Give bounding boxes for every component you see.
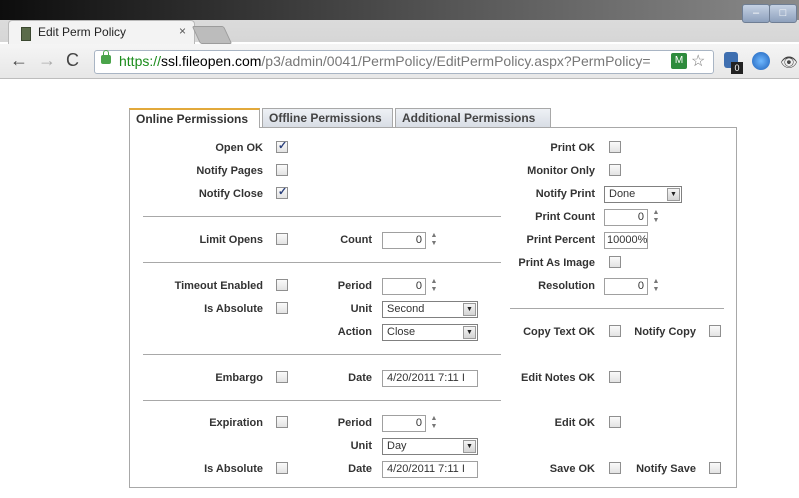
bookmark-star-icon[interactable]: ☆: [691, 51, 705, 71]
notify-print-label: Notify Print: [535, 188, 595, 200]
tab-online-permissions[interactable]: Online Permissions: [129, 108, 260, 128]
print-as-image-checkbox[interactable]: [609, 256, 621, 268]
notify-close-label: Notify Close: [198, 188, 263, 200]
minimize-button[interactable]: –: [742, 4, 770, 23]
browser-toolbar: ← → C https://ssl.fileopen.com/p3/admin/…: [0, 44, 799, 79]
timeout-is-absolute-checkbox[interactable]: [276, 302, 288, 314]
notify-pages-checkbox[interactable]: [276, 164, 288, 176]
browser-tab[interactable]: Edit Perm Policy ×: [8, 20, 195, 45]
divider: [143, 354, 501, 355]
notify-save-label: Notify Save: [636, 463, 696, 475]
expiration-period-spinner-icon[interactable]: ▲ ▼: [428, 415, 440, 431]
back-arrow-icon[interactable]: ←: [10, 51, 28, 69]
timeout-period-spinner-icon[interactable]: ▲ ▼: [428, 278, 440, 294]
expiration-is-absolute-checkbox[interactable]: [276, 462, 288, 474]
notify-close-checkbox[interactable]: [276, 185, 288, 199]
tab-additional-permissions[interactable]: Additional Permissions: [395, 108, 551, 127]
extension-badge: 0: [731, 62, 743, 74]
edit-notes-ok-checkbox[interactable]: [609, 371, 621, 383]
expiration-period-input[interactable]: 0: [382, 415, 426, 432]
timeout-unit-select[interactable]: Second ▼: [382, 301, 478, 318]
lock-icon: [101, 50, 111, 64]
embargo-date-input[interactable]: 4/20/2011 7:11 I: [382, 370, 478, 387]
maximize-button[interactable]: □: [769, 4, 797, 23]
url-text: https://ssl.fileopen.com/p3/admin/0041/P…: [119, 53, 651, 69]
page-favicon-icon: [21, 27, 31, 41]
window-controls: – □: [742, 4, 797, 23]
print-count-spinner-icon[interactable]: ▲ ▼: [650, 209, 662, 225]
expiration-is-absolute-label: Is Absolute: [204, 463, 263, 475]
chevron-down-icon: ▼: [463, 303, 476, 316]
print-ok-label: Print OK: [550, 142, 595, 154]
print-as-image-label: Print As Image: [518, 257, 595, 269]
monitor-only-label: Monitor Only: [527, 165, 595, 177]
resolution-spinner-icon[interactable]: ▲ ▼: [650, 278, 662, 294]
divider: [143, 216, 501, 217]
timeout-action-select[interactable]: Close ▼: [382, 324, 478, 341]
chevron-down-icon: ▼: [667, 188, 680, 201]
monitor-only-checkbox[interactable]: [609, 164, 621, 176]
expiration-date-label: Date: [348, 463, 372, 475]
print-percent-label: Print Percent: [526, 234, 595, 246]
expiration-period-label: Period: [337, 417, 372, 429]
embargo-date-label: Date: [348, 372, 372, 384]
timeout-period-input[interactable]: 0: [382, 278, 426, 295]
expiration-label: Expiration: [209, 417, 263, 429]
timeout-period-label: Period: [337, 280, 372, 292]
divider: [143, 400, 501, 401]
resolution-label: Resolution: [538, 280, 595, 292]
edit-notes-ok-label: Edit Notes OK: [521, 372, 595, 384]
embargo-checkbox[interactable]: [276, 371, 288, 383]
open-ok-label: Open OK: [215, 142, 263, 154]
divider: [143, 262, 501, 263]
notify-copy-checkbox[interactable]: [709, 325, 721, 337]
globe-extension-icon[interactable]: [752, 52, 770, 70]
notify-pages-label: Notify Pages: [196, 165, 263, 177]
expiration-date-input[interactable]: 4/20/2011 7:11 I: [382, 461, 478, 478]
resolution-input[interactable]: 0: [604, 278, 648, 295]
notify-print-select[interactable]: Done ▼: [604, 186, 682, 203]
chevron-down-icon: ▼: [463, 440, 476, 453]
tab-close-icon[interactable]: ×: [179, 24, 186, 38]
open-ok-checkbox[interactable]: [276, 139, 288, 153]
edit-ok-label: Edit OK: [554, 417, 595, 429]
print-count-label: Print Count: [535, 211, 595, 223]
expiration-checkbox[interactable]: [276, 416, 288, 428]
copy-text-ok-label: Copy Text OK: [523, 326, 595, 338]
count-label: Count: [340, 234, 372, 246]
timeout-action-label: Action: [337, 326, 372, 338]
embargo-label: Embargo: [215, 372, 263, 384]
divider: [510, 308, 724, 309]
tab-title: Edit Perm Policy: [38, 25, 127, 39]
expiration-unit-select[interactable]: Day ▼: [382, 438, 478, 455]
tab-offline-permissions[interactable]: Offline Permissions: [262, 108, 393, 127]
print-ok-checkbox[interactable]: [609, 141, 621, 153]
eye-extension-icon[interactable]: 👁: [780, 54, 798, 71]
forward-arrow-icon[interactable]: →: [38, 51, 56, 69]
timeout-unit-label: Unit: [350, 303, 372, 315]
notify-copy-label: Notify Copy: [634, 326, 696, 338]
save-ok-label: Save OK: [549, 463, 595, 475]
limit-opens-label: Limit Opens: [199, 234, 263, 246]
print-count-input[interactable]: 0: [604, 209, 648, 226]
expiration-unit-label: Unit: [350, 440, 372, 452]
reload-icon[interactable]: C: [66, 51, 79, 69]
count-input[interactable]: 0: [382, 232, 426, 249]
count-spinner-icon[interactable]: ▲ ▼: [428, 232, 440, 248]
edit-ok-checkbox[interactable]: [609, 416, 621, 428]
save-ok-checkbox[interactable]: [609, 462, 621, 474]
chevron-down-icon: ▼: [463, 326, 476, 339]
window-frame: [0, 0, 799, 20]
notify-save-checkbox[interactable]: [709, 462, 721, 474]
shield-extension-icon[interactable]: M: [671, 53, 687, 69]
limit-opens-checkbox[interactable]: [276, 233, 288, 245]
timeout-is-absolute-label: Is Absolute: [204, 303, 263, 315]
print-percent-input[interactable]: 10000%: [604, 232, 648, 249]
timeout-enabled-checkbox[interactable]: [276, 279, 288, 291]
timeout-enabled-label: Timeout Enabled: [174, 280, 263, 292]
copy-text-ok-checkbox[interactable]: [609, 325, 621, 337]
address-bar[interactable]: https://ssl.fileopen.com/p3/admin/0041/P…: [94, 50, 714, 74]
